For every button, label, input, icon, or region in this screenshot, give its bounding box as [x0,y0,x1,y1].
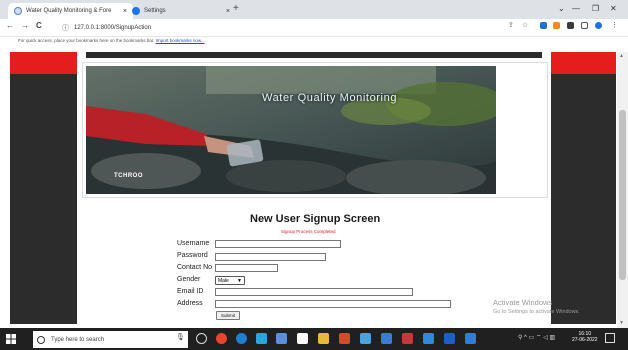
gender-select[interactable]: Male ▼ [215,276,245,285]
menu-kebab-icon[interactable]: ⋮ [611,21,618,29]
gender-label: Gender [177,276,201,283]
form-title: New User Signup Screen [250,213,381,225]
username-label: Username [177,240,210,247]
gender-selected-value: Male [218,277,229,284]
tab-settings[interactable]: Settings × [126,3,236,19]
taskbar-app-icon[interactable] [318,333,329,344]
chevron-down-icon: ▼ [237,277,242,284]
clock-date: 27-06-2022 [572,337,598,343]
back-button[interactable]: ← [6,21,14,30]
contact-label: Contact No [177,264,213,271]
import-bookmarks-link[interactable]: Import bookmarks now... [156,38,205,43]
panel-top-bar [86,52,542,58]
gear-icon [132,7,140,15]
forward-button[interactable]: → [21,21,29,30]
address-text[interactable]: 127.0.0.1:8000/SignupAction [74,25,151,31]
taskbar-app-icon[interactable] [423,333,434,344]
scrollbar-thumb[interactable] [619,110,626,280]
submit-button[interactable]: Submit [216,311,240,320]
extension-icon[interactable] [553,22,560,29]
edge-icon[interactable] [236,333,247,344]
minimize-button[interactable]: — [572,4,580,13]
address-bar[interactable]: ⓘ 127.0.0.1:8000/SignupAction [62,21,502,34]
banner-image [86,66,496,194]
cortana-icon[interactable] [196,333,207,344]
contact-input[interactable] [215,264,278,272]
email-label: Email ID [177,288,204,295]
windows-start-icon[interactable] [6,334,16,344]
star-icon[interactable]: ☆ [522,21,528,29]
banner-logo: TCHROO [114,173,143,179]
status-message: Signup Process Completed [281,229,336,234]
taskbar-clock[interactable]: 16:10 27-06-2022 [572,331,598,343]
taskbar-app-icon[interactable] [402,333,413,344]
address-label: Address [177,300,203,307]
password-label: Password [177,252,208,259]
taskbar-app-icon[interactable] [216,333,227,344]
address-input[interactable] [215,300,451,308]
reload-button[interactable]: C [36,21,42,30]
activate-windows-hint[interactable]: Go to Settings to activate Windows. [493,309,580,315]
tab-water-quality[interactable]: Water Quality Monitoring & Fore × [8,3,133,19]
taskbar-app-icon[interactable] [276,333,287,344]
taskbar-app-icon[interactable] [444,333,455,344]
taskbar-app-icon[interactable] [339,333,350,344]
banner-title: Water Quality Monitoring [262,92,398,104]
side-panel-icon[interactable] [581,22,588,29]
close-window-button[interactable]: ✕ [610,4,617,13]
globe-icon [14,7,22,15]
taskbar-app-icon[interactable] [297,333,308,344]
store-icon[interactable] [256,333,267,344]
new-tab-button[interactable]: + [233,3,239,14]
share-icon[interactable]: ⇪ [508,21,514,29]
activate-windows-title: Activate Windows [493,298,553,307]
password-input[interactable] [215,253,326,261]
email-input[interactable] [215,288,413,296]
taskbar-app-icon[interactable] [381,333,392,344]
profile-avatar[interactable] [595,22,602,29]
extension-icon[interactable] [540,22,547,29]
taskbar-app-icon[interactable] [465,333,476,344]
tab-label: Water Quality Monitoring & Fore [26,8,112,14]
bookmarks-bar: For quick access, place your bookmarks h… [18,38,205,43]
close-tab-icon[interactable]: × [226,8,230,15]
extensions-puzzle-icon[interactable] [567,22,574,29]
scroll-up-arrow-icon[interactable]: ▲ [619,53,624,59]
system-tray[interactable]: ⚲ ^ ▭ ⌔ ◁ ▥ [518,333,555,341]
microphone-icon[interactable]: 🎙 [176,333,185,341]
water-stream-illustration [86,66,496,194]
username-input[interactable] [215,240,341,248]
notification-icon[interactable] [605,333,615,343]
scroll-down-arrow-icon[interactable]: ▼ [619,320,624,326]
search-icon [37,335,45,344]
taskbar-app-icon[interactable] [360,333,371,344]
info-icon[interactable]: ⓘ [62,23,69,33]
tab-search-icon[interactable]: ⌄ [558,4,565,13]
maximize-button[interactable]: ❐ [592,4,599,13]
bookmarks-hint: For quick access, place your bookmarks h… [18,38,155,43]
taskbar-search-placeholder: Type here to search [51,336,105,343]
taskbar-search-box[interactable]: Type here to search [33,331,188,348]
tab-label: Settings [144,8,166,14]
